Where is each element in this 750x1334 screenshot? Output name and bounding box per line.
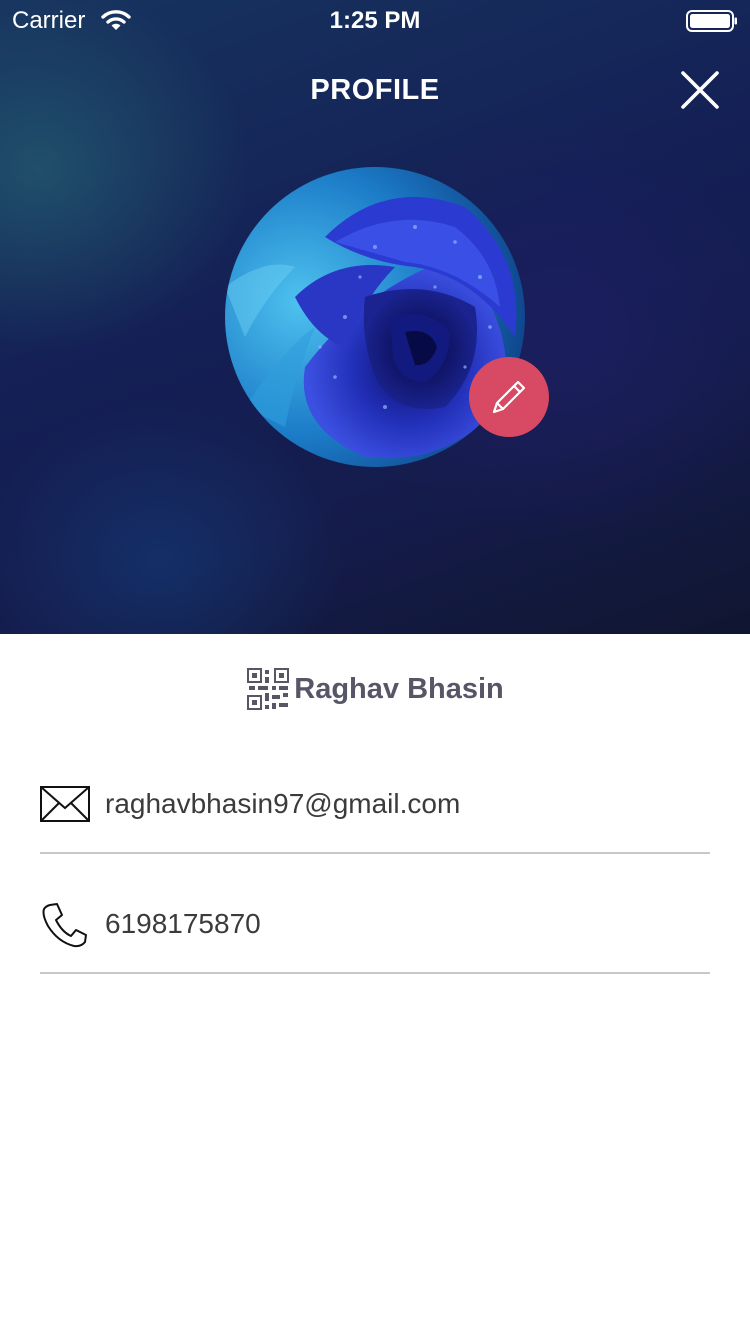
divider <box>40 972 710 974</box>
close-button[interactable] <box>676 66 724 114</box>
page-title: PROFILE <box>310 74 440 106</box>
close-icon <box>681 71 719 109</box>
pencil-icon <box>492 380 526 414</box>
profile-header: Carrier 1:25 PM PROFILE <box>0 0 750 634</box>
edit-avatar-button[interactable] <box>469 357 549 437</box>
status-time: 1:25 PM <box>329 7 421 34</box>
envelope-icon <box>40 786 90 822</box>
phone-row[interactable]: 6198175870 <box>40 854 710 974</box>
profile-name: Raghav Bhasin <box>294 672 504 705</box>
phone-icon <box>42 903 87 948</box>
qr-code-icon[interactable] <box>246 667 290 711</box>
email-value: raghavbhasin97@gmail.com <box>105 788 461 819</box>
phone-value: 6198175870 <box>105 908 261 939</box>
status-bar: Carrier 1:25 PM <box>0 0 750 40</box>
name-row: Raghav Bhasin <box>0 666 750 712</box>
email-row[interactable]: raghavbhasin97@gmail.com <box>40 734 710 854</box>
battery-icon <box>686 10 737 32</box>
